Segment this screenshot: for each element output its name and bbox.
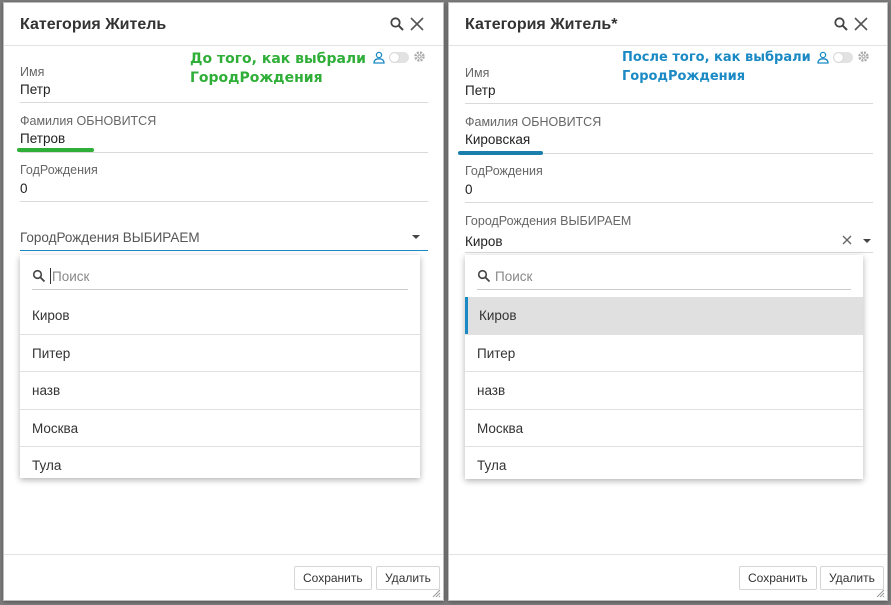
text-cursor — [50, 268, 51, 284]
close-icon[interactable] — [853, 16, 869, 32]
option-label: назв — [477, 383, 506, 398]
highlight-underline — [17, 148, 94, 152]
resize-handle-icon[interactable] — [875, 588, 885, 598]
field-label: Фамилия ОБНОВИТСЯ — [465, 115, 602, 129]
option-label: Киров — [479, 308, 517, 323]
city-dropdown: Поиск Киров Питер назв Москва Тула — [465, 255, 863, 479]
dialog-footer: Сохранить Удалить — [449, 554, 887, 600]
option-label: Питер — [477, 345, 516, 361]
dropdown-option[interactable]: назв — [465, 372, 863, 410]
dialog-title: Категория Житель* — [465, 16, 618, 33]
option-label: Москва — [32, 420, 79, 436]
field-value: Кировская — [465, 132, 531, 147]
dialog-footer: Сохранить Удалить — [4, 554, 443, 600]
field-label: ГодРождения — [465, 164, 543, 178]
dropdown-list: Киров Питер назв Москва Тула — [20, 297, 420, 485]
city-select[interactable]: ГородРождения ВЫБИРАЕМ — [20, 221, 428, 251]
save-button[interactable]: Сохранить — [294, 566, 372, 590]
dialog-before: Категория Житель До того, как выбрали Го… — [3, 2, 444, 601]
highlight-underline — [458, 151, 543, 155]
field-name[interactable]: Имя Петр — [465, 59, 873, 104]
chevron-down-icon[interactable] — [863, 239, 871, 243]
dropdown-option[interactable]: Тула — [20, 447, 420, 485]
dropdown-list: Киров Питер назв Москва Тула — [465, 297, 863, 485]
search-icon — [32, 269, 46, 283]
dropdown-option[interactable]: назв — [20, 372, 420, 410]
dropdown-option[interactable]: Киров — [20, 297, 420, 335]
search-icon[interactable] — [833, 16, 849, 32]
dropdown-search[interactable]: Поиск — [32, 264, 408, 290]
field-label: Имя — [465, 66, 490, 80]
dialog-header: Категория Житель* — [449, 3, 887, 46]
dropdown-option[interactable]: Питер — [20, 335, 420, 372]
field-value: 0 — [465, 182, 473, 197]
close-icon[interactable] — [409, 16, 425, 32]
dropdown-search[interactable]: Поиск — [477, 264, 851, 290]
field-surname[interactable]: Фамилия ОБНОВИТСЯ Кировская — [465, 110, 873, 154]
field-surname[interactable]: Фамилия ОБНОВИТСЯ Петров — [20, 109, 428, 153]
search-placeholder: Поиск — [52, 269, 90, 284]
field-value: Петр — [465, 83, 496, 98]
field-value: Петр — [20, 82, 51, 97]
delete-button[interactable]: Удалить — [376, 566, 440, 590]
city-select[interactable]: ГородРождения ВЫБИРАЕМ Киров — [465, 209, 873, 253]
field-birth-year[interactable]: ГодРождения 0 — [465, 159, 873, 203]
dialog-header: Категория Житель — [4, 3, 443, 46]
dropdown-option[interactable]: Питер — [465, 335, 863, 372]
dropdown-option[interactable]: Тула — [465, 447, 863, 485]
option-label: Тула — [32, 458, 62, 473]
field-label: ГородРождения ВЫБИРАЕМ — [20, 230, 200, 245]
search-icon[interactable] — [389, 16, 405, 32]
field-birth-year[interactable]: ГодРождения 0 — [20, 158, 428, 202]
resize-handle-icon[interactable] — [431, 588, 441, 598]
field-label: ГородРождения ВЫБИРАЕМ — [465, 214, 632, 228]
option-label: Питер — [32, 345, 71, 361]
field-label: Фамилия ОБНОВИТСЯ — [20, 114, 157, 128]
chevron-down-icon[interactable] — [412, 235, 420, 239]
search-placeholder: Поиск — [495, 269, 533, 284]
option-label: Тула — [477, 458, 507, 473]
option-label: Киров — [32, 308, 70, 323]
save-button[interactable]: Сохранить — [739, 566, 817, 590]
field-name[interactable]: Имя Петр — [20, 59, 428, 103]
delete-button[interactable]: Удалить — [820, 566, 884, 590]
dropdown-option[interactable]: Москва — [20, 410, 420, 447]
field-value: Петров — [20, 131, 66, 146]
city-dropdown: Поиск Киров Питер назв Москва Тула — [20, 255, 420, 478]
dropdown-option[interactable]: Москва — [465, 410, 863, 447]
field-label: ГодРождения — [20, 163, 98, 177]
dialog-after: Категория Житель* После того, как выбрал… — [448, 2, 888, 601]
option-label: назв — [32, 383, 61, 398]
clear-icon[interactable] — [841, 234, 853, 246]
dropdown-option-selected[interactable]: Киров — [465, 297, 863, 335]
search-icon — [477, 269, 491, 283]
field-value: Киров — [465, 234, 503, 249]
dialog-title: Категория Житель — [20, 16, 167, 33]
field-label: Имя — [20, 65, 45, 79]
field-value: 0 — [20, 181, 28, 196]
option-label: Москва — [477, 420, 524, 436]
